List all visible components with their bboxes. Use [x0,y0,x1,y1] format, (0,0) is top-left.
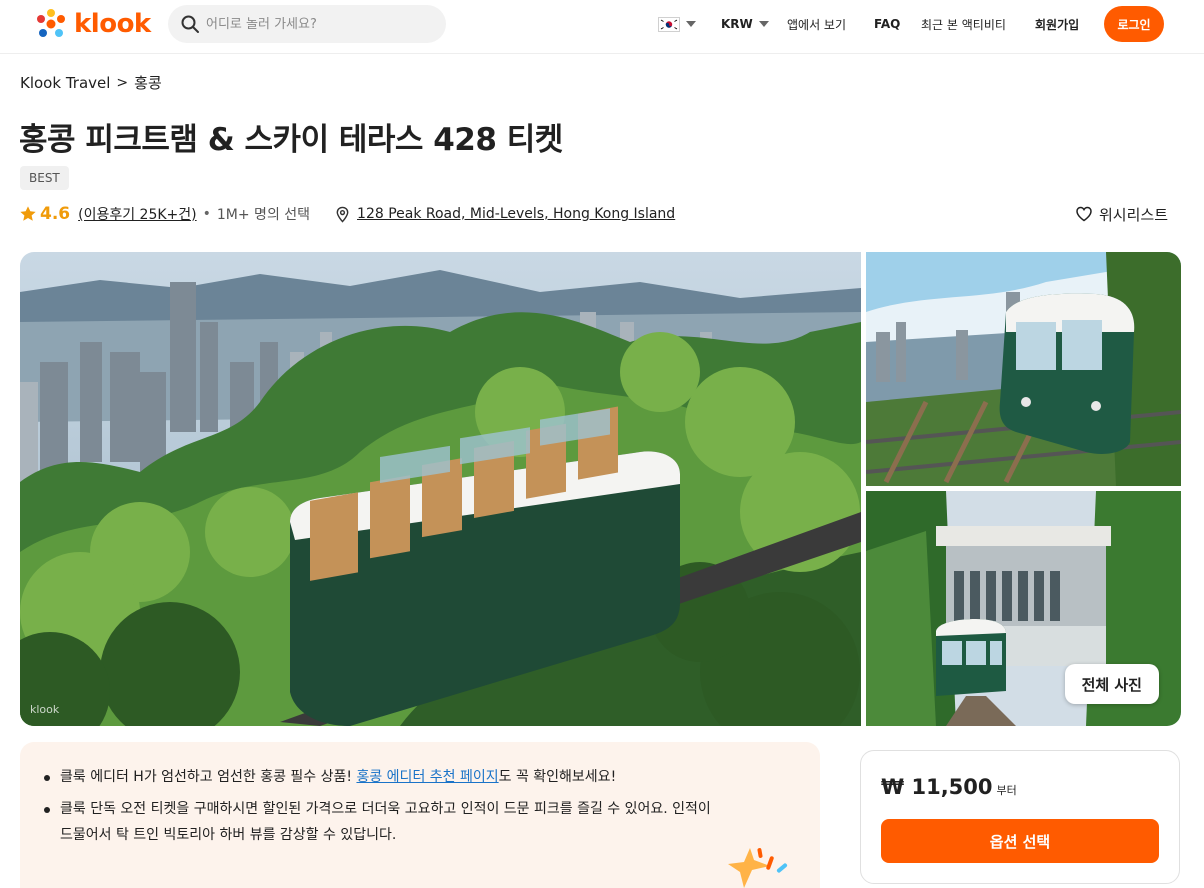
highlight-item: 클룩 에디터 H가 엄선하고 엄선한 홍콩 필수 상품! 홍콩 에디터 추천 페… [42,764,722,790]
side-photo-1[interactable] [866,252,1181,486]
currency-label: KRW [721,17,753,31]
sparkle-decoration-icon [728,848,788,888]
logo-text: klook [74,9,151,39]
highlights-box: 클룩 에디터 H가 엄선하고 엄선한 홍콩 필수 상품! 홍콩 에디터 추천 페… [20,742,820,888]
chevron-down-icon [686,21,696,27]
photo-gallery: klook 전체 사진 [20,252,1181,726]
highlight-item: 클룩 단독 오전 티켓을 구매하시면 할인된 가격으로 더더욱 고요하고 인적이… [42,796,722,848]
price-value: ₩ 11,500 [881,775,993,799]
price: ₩ 11,500 부터 [881,775,1017,799]
view-all-photos-button[interactable]: 전체 사진 [1064,664,1159,704]
page-title: 홍콩 피크트램 & 스카이 테라스 428 티켓 [19,122,563,158]
peak-tram-photo [20,252,861,726]
activity-meta: 4.6 (이용후기 25K+건) • 1M+ 명의 선택 128 Peak Ro… [19,202,675,226]
language-selector[interactable] [658,0,696,48]
editor-recommendation-link[interactable]: 홍콩 에디터 추천 페이지 [356,769,498,785]
watermark: klook [30,703,60,716]
booked-count: 1M+ 명의 선택 [216,207,311,223]
best-badge: BEST [20,166,69,190]
klook-logo[interactable]: klook [34,7,151,41]
highlights-list: 클룩 에디터 H가 엄선하고 엄선한 홍콩 필수 상품! 홍콩 에디터 추천 페… [42,764,722,854]
star-icon [20,206,36,221]
search-bar[interactable] [168,5,446,43]
address-link[interactable]: 128 Peak Road, Mid-Levels, Hong Kong Isl… [357,206,675,222]
highlight-text: 도 꼭 확인해보세요! [498,769,617,785]
currency-selector[interactable]: KRW [721,0,769,48]
side-photo-2[interactable]: 전체 사진 [866,491,1181,726]
highlight-text: 클룩 에디터 H가 엄선하고 엄선한 홍콩 필수 상품! [60,769,357,785]
login-button[interactable]: 로그인 [1104,6,1164,42]
wishlist-button[interactable]: 위시리스트 [1075,202,1168,226]
korea-flag-icon [658,16,680,32]
tram-front-photo [866,252,1181,486]
klook-logo-icon [37,9,65,37]
price-suffix: 부터 [996,784,1017,797]
chevron-down-icon [758,21,769,27]
location-pin-icon [336,206,349,223]
search-input[interactable] [206,16,436,32]
breadcrumb-current[interactable]: 홍콩 [134,72,162,93]
booking-card: ₩ 11,500 부터 옵션 선택 [860,750,1180,884]
recently-viewed-link[interactable]: 최근 본 액티비티 [921,0,1006,48]
breadcrumb-separator: > [116,74,129,91]
location[interactable]: 128 Peak Road, Mid-Levels, Hong Kong Isl… [334,206,675,223]
top-header: klook KRW 앱에서 보기 FAQ 최근 본 액티비티 회원가입 로그인 [0,0,1204,54]
reviews-link[interactable]: (이용후기 25K+건) [78,204,197,224]
breadcrumb-root[interactable]: Klook Travel [20,74,110,92]
main-photo[interactable]: klook [20,252,861,726]
select-options-button[interactable]: 옵션 선택 [881,819,1159,863]
wishlist-label: 위시리스트 [1099,205,1169,224]
faq-link[interactable]: FAQ [874,0,900,48]
meta-separator: • [202,206,211,222]
app-link[interactable]: 앱에서 보기 [787,0,846,48]
heart-icon [1076,206,1092,222]
breadcrumb: Klook Travel > 홍콩 [20,72,162,93]
rating-value: 4.6 [40,204,71,224]
search-icon [181,15,199,33]
signup-link[interactable]: 회원가입 [1035,0,1079,48]
